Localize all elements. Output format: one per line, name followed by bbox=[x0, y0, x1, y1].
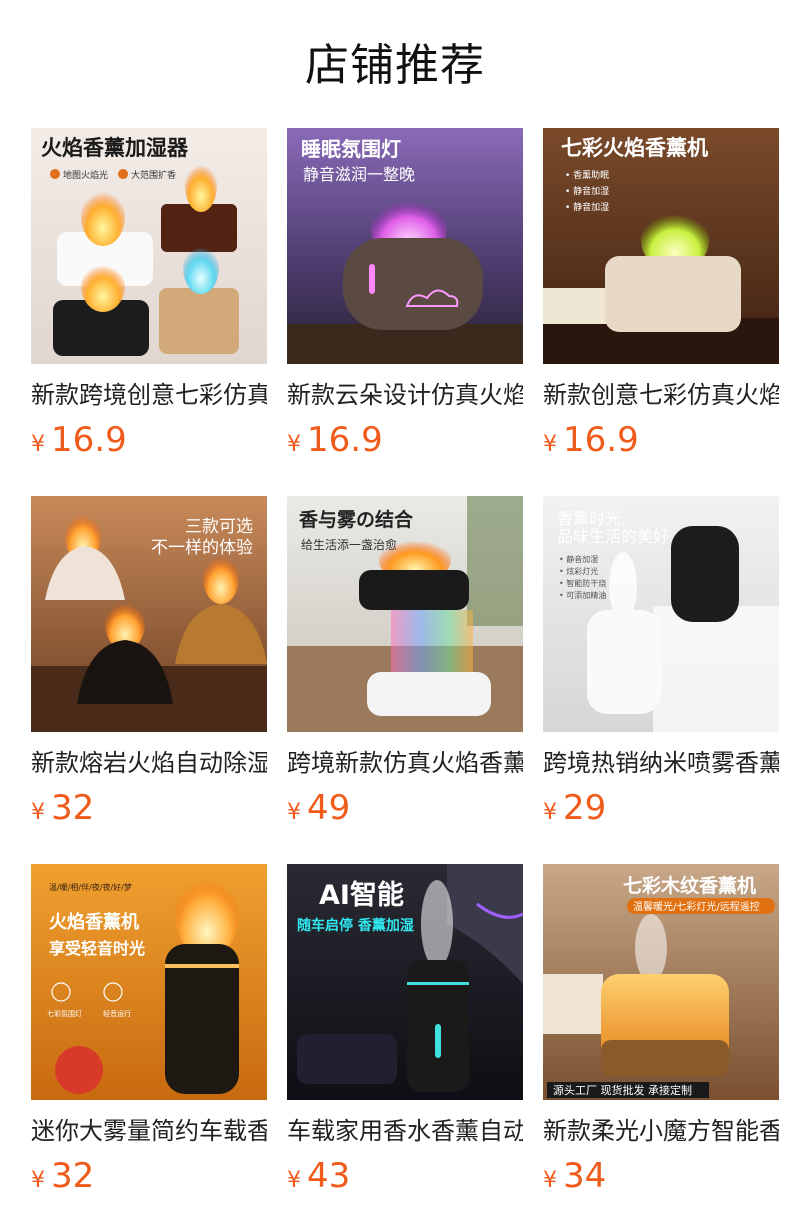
product-name[interactable]: 车载家用香水香薰自动喷雾器 bbox=[287, 1114, 523, 1148]
currency-symbol: ¥ bbox=[31, 432, 45, 457]
mini-car-aroma-photo: 温/暖/相/伴/夜/夜/好/梦 火焰香薰机 享受轻音时光 七彩氛围灯 轻音运行 bbox=[31, 864, 267, 1100]
overlay-headline: 睡眠氛围灯 bbox=[301, 137, 401, 161]
product-name[interactable]: 跨境新款仿真火焰香薰加湿器 bbox=[287, 746, 523, 780]
overlay-headline: 火焰香薰机 bbox=[49, 911, 139, 933]
overlay-headline: 三款可选 bbox=[185, 517, 253, 537]
overlay-headline: AI智能 bbox=[319, 879, 404, 911]
cloud-humidifier-photo: 睡眠氛围灯 静音滋润一整晚 bbox=[287, 128, 523, 364]
product-price: ¥29 bbox=[543, 786, 606, 830]
product-name[interactable]: 跨境热销纳米喷雾香薰机 bbox=[543, 746, 779, 780]
product-price: ¥16.9 bbox=[287, 418, 383, 462]
overlay-tag: 七彩氛围灯 bbox=[47, 1009, 82, 1018]
currency-symbol: ¥ bbox=[287, 432, 301, 457]
overlay-tag: • 静音加湿 bbox=[559, 554, 598, 564]
product-price: ¥49 bbox=[287, 786, 350, 830]
price-value: 49 bbox=[307, 788, 351, 828]
overlay-headline: 火焰香薰加湿器 bbox=[41, 136, 189, 160]
product-image[interactable]: 香与雾の结合 给生活添一盏治愈 bbox=[287, 496, 523, 732]
lava-flame-aroma-photo: 三款可选 不一样的体验 bbox=[31, 496, 267, 732]
currency-symbol: ¥ bbox=[287, 1168, 301, 1193]
product-name[interactable]: 新款云朵设计仿真火焰香薰机 bbox=[287, 378, 523, 412]
product-image[interactable]: 三款可选 不一样的体验 bbox=[31, 496, 267, 732]
overlay-headline: 七彩木纹香薰机 bbox=[623, 874, 756, 897]
price-value: 29 bbox=[563, 788, 607, 828]
product-name[interactable]: 新款创意七彩仿真火焰香薰机 bbox=[543, 378, 779, 412]
page-title: 店铺推荐 bbox=[305, 40, 485, 91]
overlay-sub: 享受轻音时光 bbox=[49, 939, 145, 958]
product-price: ¥34 bbox=[543, 1154, 606, 1198]
overlay-tag: • 香薰助眠 bbox=[565, 169, 609, 181]
currency-symbol: ¥ bbox=[31, 800, 45, 825]
price-value: 16.9 bbox=[563, 420, 639, 460]
overlay-tag: 地图火焰光 bbox=[63, 169, 108, 181]
product-image[interactable]: 七彩木纹香薰机 温馨暖光/七彩灯光/远程遥控 源头工厂 现货批发 承接定制 bbox=[543, 864, 779, 1100]
product-price: ¥32 bbox=[31, 1154, 94, 1198]
currency-symbol: ¥ bbox=[543, 432, 557, 457]
price-value: 16.9 bbox=[51, 420, 127, 460]
currency-symbol: ¥ bbox=[543, 1168, 557, 1193]
product-name[interactable]: 迷你大雾量简约车载香薰机 bbox=[31, 1114, 267, 1148]
product-image[interactable]: 香薰时光, 品味生活的美好 • 静音加湿 • 炫彩灯光 • 智能防干烧 • 可添… bbox=[543, 496, 779, 732]
currency-symbol: ¥ bbox=[543, 800, 557, 825]
product-image[interactable]: 温/暖/相/伴/夜/夜/好/梦 火焰香薰机 享受轻音时光 七彩氛围灯 轻音运行 bbox=[31, 864, 267, 1100]
overlay-headline: 香薰时光, bbox=[557, 509, 626, 528]
product-image[interactable]: AI智能 随车启停 香薰加湿 bbox=[287, 864, 523, 1100]
overlay-tag: • 可添加精油 bbox=[559, 590, 606, 600]
product-name[interactable]: 新款柔光小魔方智能香薰机 bbox=[543, 1114, 779, 1148]
overlay-tag: • 智能防干烧 bbox=[559, 578, 606, 588]
overlay-sub: 随车启停 香薰加湿 bbox=[297, 917, 414, 934]
overlay-sub: 不一样的体验 bbox=[151, 538, 253, 558]
product-price: ¥16.9 bbox=[543, 418, 639, 462]
overlay-tag: • 炫彩灯光 bbox=[559, 566, 598, 576]
flame-humidifier-photo: 火焰香薰加湿器 地图火焰光 大范围扩香 bbox=[31, 128, 267, 364]
overlay-tag: • 静音加湿 bbox=[565, 201, 609, 213]
overlay-headline: 香与雾の结合 bbox=[298, 508, 414, 531]
price-value: 16.9 bbox=[307, 420, 383, 460]
soft-light-cube-aroma-photo: 七彩木纹香薰机 温馨暖光/七彩灯光/远程遥控 源头工厂 现货批发 承接定制 bbox=[543, 864, 779, 1100]
product-name[interactable]: 新款熔岩火焰自动除湿香薰机 bbox=[31, 746, 267, 780]
overlay-tag: 温/暖/相/伴/夜/夜/好/梦 bbox=[49, 882, 132, 892]
fragrance-mist-photo: 香与雾の结合 给生活添一盏治愈 bbox=[287, 496, 523, 732]
price-value: 34 bbox=[563, 1156, 607, 1196]
product-price: ¥16.9 bbox=[31, 418, 127, 462]
overlay-tag: 轻音运行 bbox=[103, 1009, 131, 1018]
price-value: 32 bbox=[51, 788, 95, 828]
overlay-sub: 给生活添一盏治愈 bbox=[301, 537, 397, 552]
product-image[interactable]: 七彩火焰香薰机 • 香薰助眠 • 静音加湿 • 静音加湿 bbox=[543, 128, 779, 364]
overlay-sub: 静音滋润一整晚 bbox=[303, 165, 415, 184]
product-name[interactable]: 新款跨境创意七彩仿真火焰香薰加湿器 bbox=[31, 378, 267, 412]
currency-symbol: ¥ bbox=[287, 800, 301, 825]
price-value: 32 bbox=[51, 1156, 95, 1196]
car-perfume-sprayer-photo: AI智能 随车启停 香薰加湿 bbox=[287, 864, 523, 1100]
overlay-tag: • 静音加湿 bbox=[565, 185, 609, 197]
nano-spray-aroma-photo: 香薰时光, 品味生活的美好 • 静音加湿 • 炫彩灯光 • 智能防干烧 • 可添… bbox=[543, 496, 779, 732]
product-price: ¥43 bbox=[287, 1154, 350, 1198]
overlay-tag: 大范围扩香 bbox=[131, 169, 176, 181]
overlay-headline: 七彩火焰香薰机 bbox=[561, 136, 708, 160]
product-image[interactable]: 火焰香薰加湿器 地图火焰光 大范围扩香 bbox=[31, 128, 267, 364]
overlay-sub: 品味生活的美好 bbox=[557, 527, 669, 546]
overlay-banner: 源头工厂 现货批发 承接定制 bbox=[553, 1083, 692, 1097]
product-image[interactable]: 睡眠氛围灯 静音滋润一整晚 bbox=[287, 128, 523, 364]
overlay-sub: 温馨暖光/七彩灯光/远程遥控 bbox=[633, 900, 760, 913]
colorful-flame-aroma-photo: 七彩火焰香薰机 • 香薰助眠 • 静音加湿 • 静音加湿 bbox=[543, 128, 779, 364]
product-price: ¥32 bbox=[31, 786, 94, 830]
currency-symbol: ¥ bbox=[31, 1168, 45, 1193]
price-value: 43 bbox=[307, 1156, 351, 1196]
